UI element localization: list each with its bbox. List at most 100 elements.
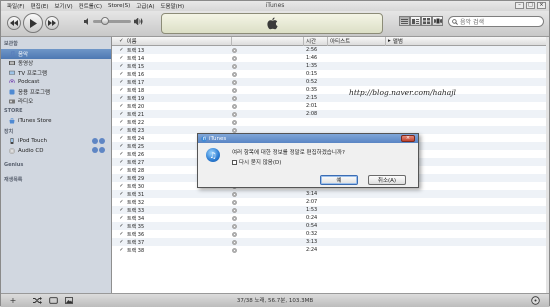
search-field[interactable]: 음악 검색 (448, 16, 544, 27)
menubar: 파일(F) 편집(E) 보기(V) 컨트롤(C) Store(S) 고급(A) 도움말(H) (1, 1, 549, 11)
table-row[interactable]: ✓ 트랙 13 2:56 (112, 46, 548, 54)
track-checkbox[interactable]: ✓ (119, 199, 124, 205)
menu-item[interactable]: 편집(E) (28, 2, 52, 10)
sidebar-item[interactable]: TV 프로그램 (1, 68, 111, 78)
list-view-button[interactable] (399, 16, 410, 26)
burn-disc-icon (530, 296, 540, 305)
minimize-button[interactable]: – (515, 2, 524, 9)
table-row[interactable]: ✓ 트랙 15 1:35 (112, 62, 548, 70)
track-checkbox[interactable]: ✓ (119, 119, 124, 125)
track-checkbox[interactable]: ✓ (119, 143, 124, 149)
table-row[interactable]: ✓ 트랙 18 0:35 (112, 86, 548, 94)
track-checkbox[interactable]: ✓ (119, 95, 124, 101)
table-row[interactable]: ✓ 트랙 20 2:01 (112, 102, 548, 110)
track-checkbox[interactable]: ✓ (119, 103, 124, 109)
status-display (161, 13, 383, 34)
column-header-name[interactable]: ✓ 이름 (112, 36, 232, 46)
track-checkbox[interactable]: ✓ (119, 111, 124, 117)
column-header-album[interactable]: ▸ 앨범 (386, 37, 546, 46)
track-checkbox[interactable]: ✓ (119, 215, 124, 221)
table-row[interactable]: ✓ 트랙 38 2:24 (112, 246, 548, 254)
table-row[interactable]: ✓ 트랙 33 1:53 (112, 206, 548, 214)
sync-icon[interactable] (92, 147, 98, 153)
sidebar-item-label: iPod Touch (18, 138, 48, 145)
table-row[interactable]: ✓ 트랙 31 3:14 (112, 190, 548, 198)
sidebar-item[interactable]: iPod Touch (1, 137, 111, 147)
track-checkbox[interactable]: ✓ (119, 207, 124, 213)
menu-item[interactable]: 보기(V) (51, 2, 75, 10)
yes-button[interactable]: 예 (320, 175, 358, 185)
dialog-titlebar: iTunes (198, 134, 418, 143)
sidebar-item[interactable]: 음악 (1, 49, 111, 59)
track-checkbox[interactable]: ✓ (119, 87, 124, 93)
dont-ask-again-checkbox[interactable]: 다시 묻지 않음(D) (232, 158, 281, 166)
track-checkbox[interactable]: ✓ (119, 231, 124, 237)
itunes-window: 파일(F) 편집(E) 보기(V) 컨트롤(C) Store(S) 고급(A) 도움말(H)… (0, 0, 550, 307)
sidebar-item[interactable]: 응용 프로그램 (1, 87, 111, 97)
track-checkbox[interactable]: ✓ (119, 63, 124, 69)
track-checkbox[interactable]: ✓ (119, 135, 124, 141)
column-album-label: 앨범 (392, 39, 403, 45)
sidebar-item[interactable]: iTunes Store (1, 116, 111, 126)
cd-track-icon (232, 239, 237, 245)
table-row[interactable]: ✓ 트랙 32 2:07 (112, 198, 548, 206)
burn-disc-button[interactable] (527, 295, 543, 307)
coverflow-view-button[interactable] (432, 16, 443, 26)
track-checkbox[interactable]: ✓ (119, 71, 124, 77)
menu-item[interactable]: 도움말(H) (157, 2, 187, 10)
menu-item[interactable]: 고급(A) (133, 2, 157, 10)
sidebar-item[interactable]: Audio CD (1, 146, 111, 156)
album-view-button[interactable] (410, 16, 421, 26)
album-view-icon (412, 18, 419, 24)
table-row[interactable]: ✓ 트랙 17 0:52 (112, 78, 548, 86)
track-name: 트랙 28 (127, 167, 145, 174)
sidebar-item[interactable]: Podcast (1, 78, 111, 88)
maximize-button[interactable]: □ (526, 2, 535, 9)
table-row[interactable]: ✓ 트랙 36 0:32 (112, 230, 548, 238)
sidebar-item[interactable]: 라디오 (1, 97, 111, 107)
close-window-button[interactable]: × (537, 2, 546, 9)
table-row[interactable]: ✓ 트랙 37 3:13 (112, 238, 548, 246)
menu-item[interactable]: 파일(F) (4, 2, 28, 10)
menu-item[interactable]: 컨트롤(C) (76, 2, 105, 10)
grid-view-button[interactable] (421, 16, 432, 26)
table-row[interactable]: ✓ 트랙 19 2:15 (112, 94, 548, 102)
table-row[interactable]: ✓ 트랙 35 0:54 (112, 222, 548, 230)
dialog-close-button[interactable]: × (401, 135, 415, 142)
volume-knob[interactable] (101, 17, 109, 25)
track-checkbox[interactable]: ✓ (119, 247, 124, 253)
column-header-time[interactable]: 시간 (304, 36, 328, 46)
track-checkbox[interactable]: ✓ (119, 55, 124, 61)
track-checkbox[interactable]: ✓ (119, 151, 124, 157)
track-checkbox[interactable]: ✓ (119, 127, 124, 133)
table-row[interactable]: ✓ 트랙 16 0:15 (112, 70, 548, 78)
table-row[interactable]: ✓ 트랙 34 0:24 (112, 214, 548, 222)
track-checkbox[interactable]: ✓ (119, 159, 124, 165)
next-button[interactable] (45, 16, 59, 30)
menu-item[interactable]: Store(S) (105, 3, 133, 9)
track-checkbox[interactable]: ✓ (119, 191, 124, 197)
cd-track-icon (232, 103, 237, 109)
track-checkbox[interactable]: ✓ (119, 223, 124, 229)
track-checkbox[interactable]: ✓ (119, 175, 124, 181)
track-checkbox[interactable]: ✓ (119, 167, 124, 173)
checkbox-box[interactable] (232, 159, 237, 165)
track-checkbox[interactable]: ✓ (119, 239, 124, 245)
cd-track-icon (232, 55, 237, 61)
track-checkbox[interactable]: ✓ (119, 183, 124, 189)
vertical-scrollbar[interactable] (546, 37, 549, 293)
track-checkbox[interactable]: ✓ (119, 79, 124, 85)
eject-icon[interactable] (99, 137, 105, 144)
play-button[interactable] (23, 13, 43, 33)
sidebar-item[interactable]: 동영상 (1, 59, 111, 69)
cancel-button[interactable]: 취소(A) (368, 175, 406, 185)
eject-icon[interactable] (99, 147, 105, 153)
column-header-artist[interactable]: 아티스트 (328, 36, 386, 46)
sync-icon[interactable] (92, 137, 98, 144)
table-row[interactable]: ✓ 트랙 22 (112, 118, 548, 126)
previous-button[interactable] (7, 16, 21, 30)
table-row[interactable]: ✓ 트랙 21 2:08 (112, 110, 548, 118)
track-checkbox[interactable]: ✓ (119, 47, 124, 53)
volume-slider[interactable] (93, 17, 131, 25)
table-row[interactable]: ✓ 트랙 14 1:46 (112, 54, 548, 62)
